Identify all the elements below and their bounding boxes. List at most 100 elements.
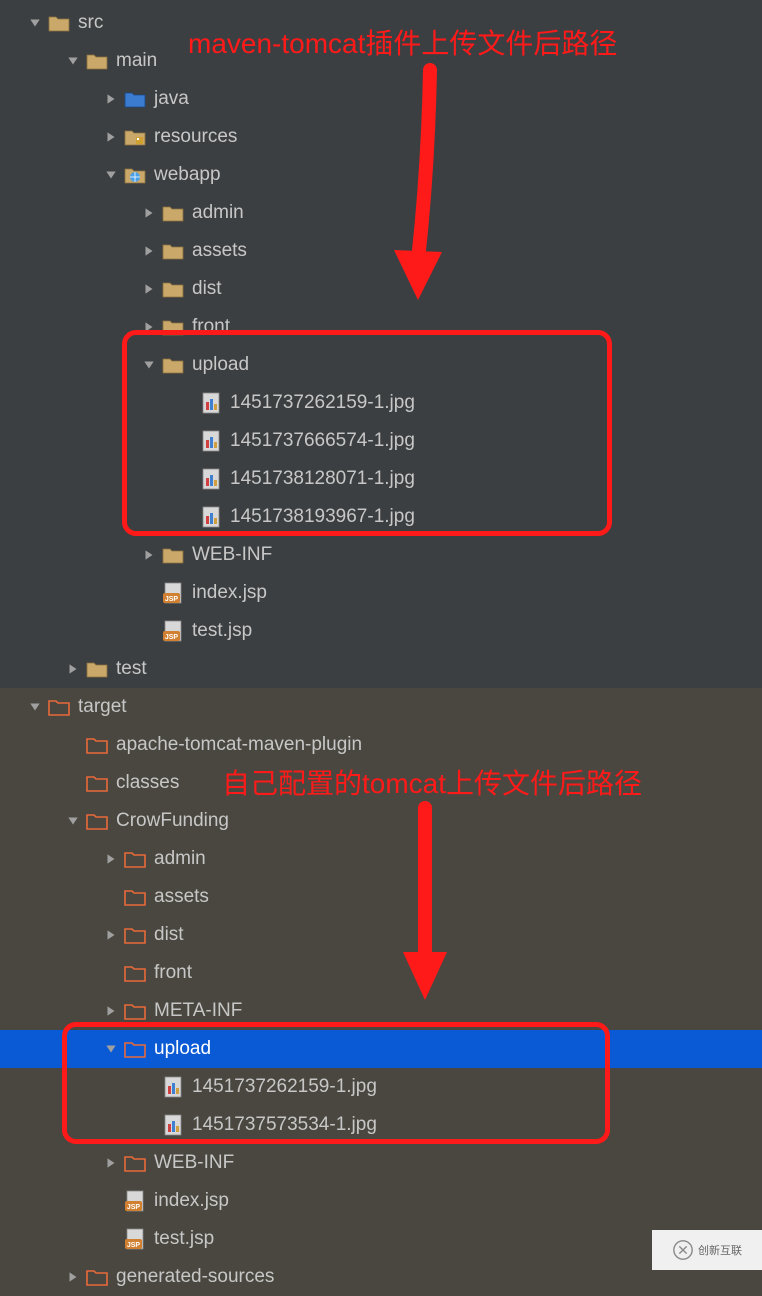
- tree-row[interactable]: 1451737262159-1.jpg: [0, 1068, 762, 1106]
- folder-tan-icon: [162, 202, 184, 224]
- arrow-spacer: [178, 394, 196, 412]
- chevron-right-icon[interactable]: [102, 1154, 120, 1172]
- chevron-right-icon[interactable]: [140, 204, 158, 222]
- folder-tan-icon: [86, 658, 108, 680]
- tree-row[interactable]: 1451737262159-1.jpg: [0, 384, 762, 422]
- chevron-right-icon[interactable]: [102, 850, 120, 868]
- chevron-right-icon[interactable]: [102, 128, 120, 146]
- chevron-right-icon[interactable]: [102, 926, 120, 944]
- project-tree: src mainjavaresources webapp admin assets dis…: [0, 0, 762, 1296]
- folder-tan-icon: [162, 544, 184, 566]
- folder-tan-icon: [162, 354, 184, 376]
- folder-tan-icon: [162, 316, 184, 338]
- tree-row[interactable]: JSPtest.jsp: [0, 1220, 762, 1258]
- chevron-right-icon[interactable]: [140, 280, 158, 298]
- chevron-right-icon[interactable]: [102, 90, 120, 108]
- tree-item-label: dist: [154, 924, 184, 946]
- tree-row[interactable]: JSP index.jsp: [0, 1182, 762, 1220]
- arrow-spacer: [102, 964, 120, 982]
- folder-orange-icon: [48, 696, 70, 718]
- tree-item-label: classes: [116, 772, 179, 794]
- tree-item-label: target: [78, 696, 127, 718]
- chevron-right-icon[interactable]: [140, 242, 158, 260]
- tree-row[interactable]: resources: [0, 118, 762, 156]
- tree-row[interactable]: 1451737666574-1.jpg: [0, 422, 762, 460]
- tree-row[interactable]: assets: [0, 878, 762, 916]
- tree-item-label: assets: [192, 240, 247, 262]
- tree-row[interactable]: META-INF: [0, 992, 762, 1030]
- tree-item-label: upload: [154, 1038, 211, 1060]
- tree-row[interactable]: main: [0, 42, 762, 80]
- tree-row[interactable]: front: [0, 954, 762, 992]
- folder-orange-icon: [124, 886, 146, 908]
- chevron-right-icon[interactable]: [64, 1268, 82, 1286]
- folder-tan-icon: [162, 240, 184, 262]
- chevron-down-icon[interactable]: [64, 52, 82, 70]
- arrow-spacer: [102, 1230, 120, 1248]
- tree-row[interactable]: WEB-INF: [0, 1144, 762, 1182]
- folder-orange-icon: [124, 1000, 146, 1022]
- folder-orange-icon: [86, 772, 108, 794]
- chevron-right-icon[interactable]: [102, 1002, 120, 1020]
- tree-row[interactable]: src: [0, 4, 762, 42]
- image-icon: [200, 430, 222, 452]
- chevron-down-icon[interactable]: [102, 166, 120, 184]
- tree-item-label: 1451737666574-1.jpg: [230, 430, 415, 452]
- tree-row[interactable]: classes: [0, 764, 762, 802]
- tree-row[interactable]: dist: [0, 270, 762, 308]
- folder-blue-icon: [124, 88, 146, 110]
- tree-row[interactable]: test: [0, 650, 762, 688]
- image-icon: [200, 468, 222, 490]
- tree-row[interactable]: target: [0, 688, 762, 726]
- arrow-spacer: [140, 1116, 158, 1134]
- tree-row[interactable]: dist: [0, 916, 762, 954]
- chevron-down-icon[interactable]: [64, 812, 82, 830]
- tree-item-label: META-INF: [154, 1000, 242, 1022]
- tree-row[interactable]: java: [0, 80, 762, 118]
- jsp-icon: JSP: [124, 1228, 146, 1250]
- tree-item-label: 1451738128071-1.jpg: [230, 468, 415, 490]
- tree-item-label: assets: [154, 886, 209, 908]
- tree-item-label: index.jsp: [154, 1190, 229, 1212]
- tree-item-label: src: [78, 12, 103, 34]
- folder-orange-icon: [86, 1266, 108, 1288]
- chevron-right-icon[interactable]: [64, 660, 82, 678]
- image-icon: [200, 506, 222, 528]
- chevron-right-icon[interactable]: [140, 546, 158, 564]
- tree-row[interactable]: 1451737573534-1.jpg: [0, 1106, 762, 1144]
- tree-row[interactable]: front: [0, 308, 762, 346]
- tree-row[interactable]: admin: [0, 194, 762, 232]
- tree-row[interactable]: admin: [0, 840, 762, 878]
- tree-row[interactable]: JSPindex.jsp: [0, 574, 762, 612]
- tree-item-label: webapp: [154, 164, 221, 186]
- chevron-down-icon[interactable]: [26, 14, 44, 32]
- chevron-right-icon[interactable]: [140, 318, 158, 336]
- chevron-down-icon[interactable]: [26, 698, 44, 716]
- chevron-down-icon[interactable]: [102, 1040, 120, 1058]
- tree-row[interactable]: upload: [0, 346, 762, 384]
- arrow-spacer: [178, 432, 196, 450]
- tree-row[interactable]: generated-sources: [0, 1258, 762, 1296]
- tree-row[interactable]: 1451738193967-1.jpg: [0, 498, 762, 536]
- folder-tan-icon: [86, 50, 108, 72]
- folder-orange-icon: [124, 1152, 146, 1174]
- arrow-spacer: [102, 1192, 120, 1210]
- tree-row[interactable]: CrowFunding: [0, 802, 762, 840]
- tree-item-label: WEB-INF: [154, 1152, 234, 1174]
- tree-item-label: generated-sources: [116, 1266, 274, 1288]
- svg-text:JSP: JSP: [127, 1204, 141, 1211]
- jsp-icon: JSP: [162, 620, 184, 642]
- tree-row[interactable]: 1451738128071-1.jpg: [0, 460, 762, 498]
- arrow-spacer: [64, 774, 82, 792]
- tree-row[interactable]: upload: [0, 1030, 762, 1068]
- tree-row[interactable]: webapp: [0, 156, 762, 194]
- folder-orange-icon: [124, 962, 146, 984]
- tree-row[interactable]: apache-tomcat-maven-plugin: [0, 726, 762, 764]
- tree-row[interactable]: WEB-INF: [0, 536, 762, 574]
- tree-item-label: upload: [192, 354, 249, 376]
- chevron-down-icon[interactable]: [140, 356, 158, 374]
- tree-row[interactable]: JSPtest.jsp: [0, 612, 762, 650]
- tree-item-label: 1451738193967-1.jpg: [230, 506, 415, 528]
- tree-row[interactable]: assets: [0, 232, 762, 270]
- arrow-spacer: [140, 1078, 158, 1096]
